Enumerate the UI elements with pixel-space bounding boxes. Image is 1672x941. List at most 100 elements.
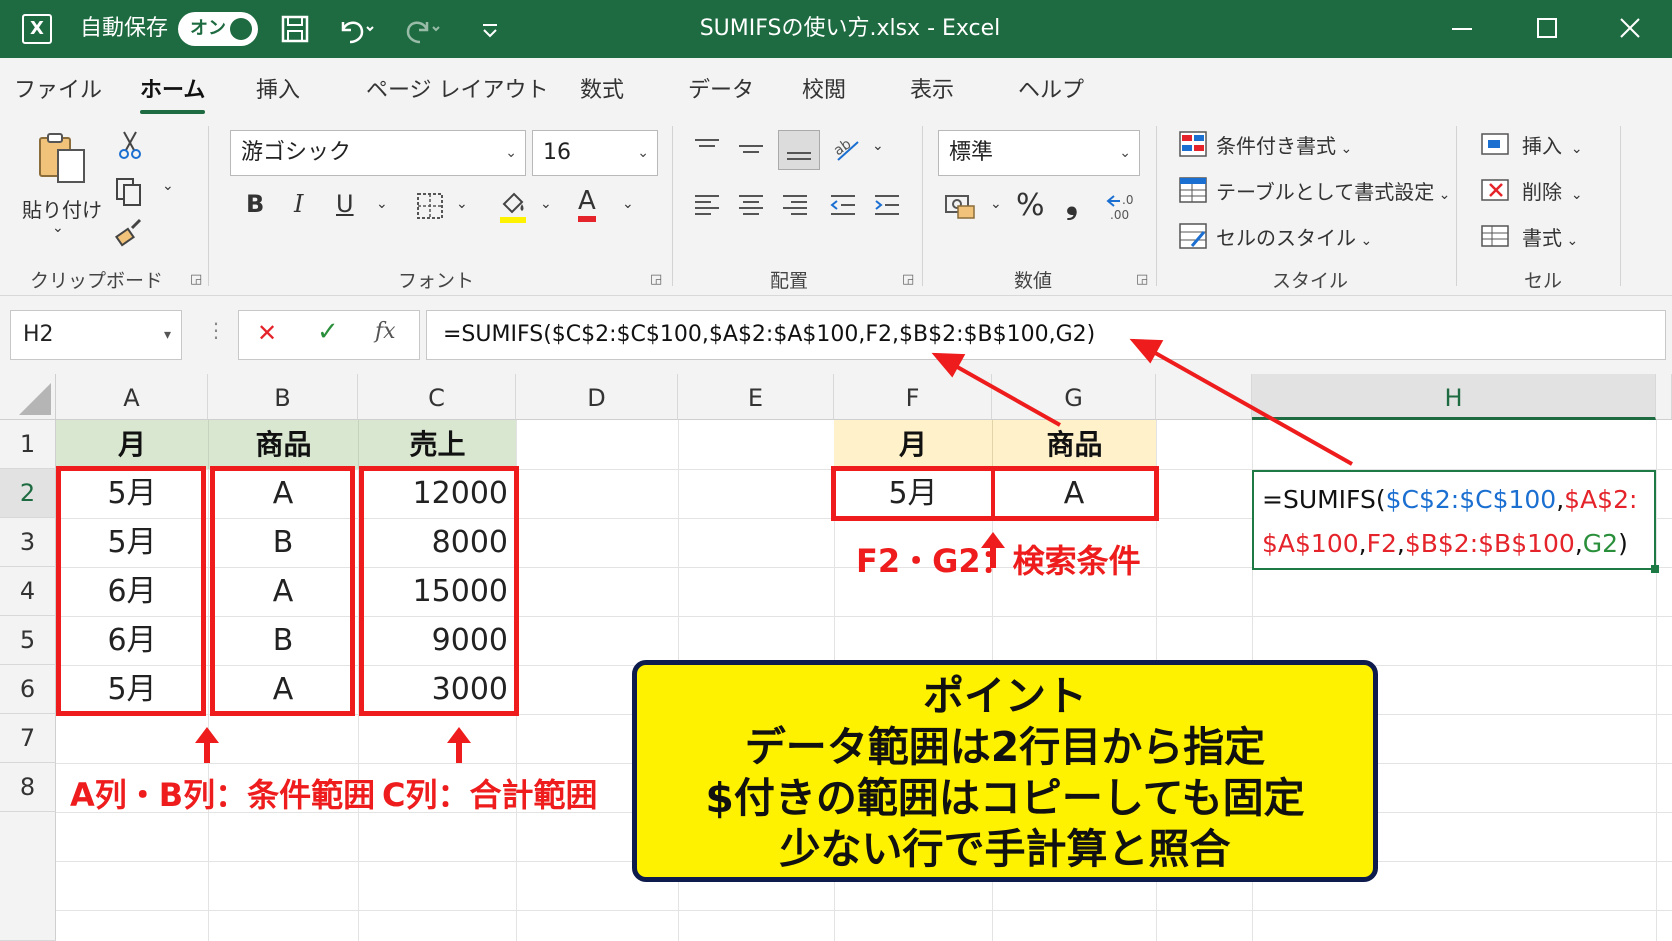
align-right-icon[interactable] bbox=[780, 192, 810, 224]
font-color-button[interactable]: A bbox=[578, 186, 596, 222]
format-cells-icon[interactable] bbox=[1480, 222, 1510, 254]
column-header-a[interactable]: A bbox=[56, 374, 208, 420]
insert-cells-icon[interactable] bbox=[1480, 130, 1510, 162]
tab-insert[interactable]: 挿入 bbox=[256, 72, 300, 104]
column-header-e[interactable]: E bbox=[678, 374, 834, 420]
undo-icon[interactable] bbox=[334, 10, 374, 48]
increase-decimal-icon[interactable]: .0.00 bbox=[1104, 190, 1138, 226]
column-header-next[interactable] bbox=[1656, 374, 1672, 420]
paste-icon[interactable] bbox=[34, 130, 90, 190]
tab-review[interactable]: 校閲 bbox=[802, 72, 846, 104]
cell-styles-button[interactable]: セルのスタイル ⌄ bbox=[1216, 222, 1372, 251]
align-bottom-icon[interactable] bbox=[778, 130, 820, 170]
underline-button[interactable]: U bbox=[336, 190, 354, 218]
orientation-dropdown-icon[interactable]: ⌄ bbox=[872, 138, 884, 154]
underline-dropdown-icon[interactable]: ⌄ bbox=[376, 196, 388, 212]
conditional-formatting-icon[interactable] bbox=[1178, 130, 1208, 162]
number-launcher-icon[interactable]: ◲ bbox=[1136, 272, 1148, 287]
italic-button[interactable]: I bbox=[294, 190, 303, 218]
column-header-d[interactable]: D bbox=[516, 374, 678, 420]
clipboard-launcher-icon[interactable]: ◲ bbox=[190, 272, 202, 287]
fill-color-icon[interactable] bbox=[498, 190, 528, 228]
point-callout: ポイント データ範囲は2行目から指定 $付きの範囲はコピーしても固定 少ない行で… bbox=[632, 660, 1378, 882]
fill-color-dropdown-icon[interactable]: ⌄ bbox=[540, 196, 552, 212]
cell-f1[interactable]: 月 bbox=[834, 420, 992, 469]
column-header-h[interactable]: H bbox=[1252, 374, 1656, 420]
cell-styles-icon[interactable] bbox=[1178, 222, 1208, 254]
percent-button[interactable]: % bbox=[1016, 188, 1045, 223]
format-painter-icon[interactable] bbox=[114, 218, 144, 252]
cell-g1[interactable]: 商品 bbox=[992, 420, 1156, 469]
borders-icon[interactable] bbox=[416, 192, 444, 224]
cell-c1[interactable]: 売上 bbox=[358, 420, 516, 469]
delete-cells-icon[interactable] bbox=[1480, 176, 1510, 208]
column-header-f[interactable]: F bbox=[834, 374, 992, 420]
formula-input[interactable]: =SUMIFS($C$2:$C$100,$A$2:$A$100,F2,$B$2:… bbox=[426, 310, 1666, 360]
format-as-table-button[interactable]: テーブルとして書式設定 ⌄ bbox=[1216, 176, 1450, 205]
row-header-8[interactable]: 8 bbox=[0, 763, 56, 812]
cell-b1[interactable]: 商品 bbox=[208, 420, 358, 469]
comma-button[interactable]: ❟ bbox=[1066, 186, 1078, 221]
borders-dropdown-icon[interactable]: ⌄ bbox=[456, 196, 468, 212]
column-header-b[interactable]: B bbox=[208, 374, 358, 420]
maximize-icon[interactable] bbox=[1535, 10, 1559, 48]
row-header-7[interactable]: 7 bbox=[0, 714, 56, 763]
accounting-format-icon[interactable] bbox=[944, 192, 976, 224]
align-top-icon[interactable] bbox=[692, 136, 722, 166]
align-left-icon[interactable] bbox=[692, 192, 722, 224]
decrease-indent-icon[interactable] bbox=[828, 192, 858, 224]
tab-help[interactable]: ヘルプ bbox=[1018, 72, 1084, 104]
cell-a1[interactable]: 月 bbox=[56, 420, 208, 469]
paste-label[interactable]: 貼り付け bbox=[22, 194, 102, 223]
customize-toolbar-icon[interactable] bbox=[480, 10, 500, 48]
save-icon[interactable] bbox=[280, 10, 310, 48]
cell-h2-selected[interactable]: =SUMIFS($C$2:$C$100,$A$2: $A$100,F2,$B$2… bbox=[1252, 470, 1659, 573]
select-all-button[interactable] bbox=[0, 374, 56, 420]
align-center-icon[interactable] bbox=[736, 192, 766, 224]
close-icon[interactable] bbox=[1618, 10, 1642, 48]
format-as-table-icon[interactable] bbox=[1178, 176, 1208, 208]
insert-cells-button[interactable]: 挿入 ⌄ bbox=[1522, 130, 1583, 159]
accounting-dropdown-icon[interactable]: ⌄ bbox=[990, 196, 1002, 212]
row-header-5[interactable]: 5 bbox=[0, 616, 56, 665]
row-header-4[interactable]: 4 bbox=[0, 567, 56, 616]
column-header-g[interactable]: G bbox=[992, 374, 1156, 420]
row-header-2[interactable]: 2 bbox=[0, 469, 56, 518]
copy-icon[interactable] bbox=[114, 176, 144, 210]
paste-dropdown-icon[interactable]: ⌄ bbox=[52, 220, 64, 236]
align-middle-icon[interactable] bbox=[736, 136, 766, 166]
name-box[interactable]: H2 ▾ bbox=[10, 310, 182, 360]
tab-formulas[interactable]: 数式 bbox=[580, 72, 624, 104]
font-color-dropdown-icon[interactable]: ⌄ bbox=[622, 196, 634, 212]
delete-cells-button[interactable]: 削除 ⌄ bbox=[1522, 176, 1583, 205]
row-header-1[interactable]: 1 bbox=[0, 420, 56, 469]
conditional-formatting-button[interactable]: 条件付き書式 ⌄ bbox=[1216, 130, 1352, 159]
cancel-entry-icon[interactable]: ✕ bbox=[257, 319, 277, 347]
autosave-toggle[interactable]: オン bbox=[178, 12, 258, 46]
format-cells-button[interactable]: 書式 ⌄ bbox=[1522, 222, 1578, 251]
row-header-3[interactable]: 3 bbox=[0, 518, 56, 567]
tab-data[interactable]: データ bbox=[688, 72, 754, 104]
insert-function-icon[interactable]: fx bbox=[375, 319, 396, 344]
font-name-select[interactable]: 游ゴシック ⌄ bbox=[230, 130, 526, 176]
increase-indent-icon[interactable] bbox=[872, 192, 902, 224]
confirm-entry-icon[interactable]: ✓ bbox=[317, 317, 339, 347]
minimize-icon[interactable] bbox=[1450, 10, 1474, 48]
bold-button[interactable]: B bbox=[246, 190, 264, 218]
tab-home[interactable]: ホーム bbox=[140, 72, 206, 114]
tab-page-layout[interactable]: ページ レイアウト bbox=[366, 72, 549, 104]
tab-view[interactable]: 表示 bbox=[910, 72, 954, 104]
number-format-select[interactable]: 標準 ⌄ bbox=[938, 130, 1140, 176]
column-header-blank[interactable] bbox=[1156, 374, 1252, 420]
font-size-select[interactable]: 16 ⌄ bbox=[532, 130, 658, 176]
row-header-6[interactable]: 6 bbox=[0, 665, 56, 714]
orientation-icon[interactable]: ab bbox=[831, 134, 866, 168]
font-launcher-icon[interactable]: ◲ bbox=[650, 272, 662, 287]
copy-dropdown-icon[interactable]: ⌄ bbox=[162, 178, 174, 194]
alignment-launcher-icon[interactable]: ◲ bbox=[902, 272, 914, 287]
tab-file[interactable]: ファイル bbox=[14, 72, 102, 104]
cut-icon[interactable] bbox=[116, 130, 144, 164]
redo-icon[interactable] bbox=[400, 10, 440, 48]
fill-handle[interactable] bbox=[1651, 565, 1659, 573]
column-header-c[interactable]: C bbox=[358, 374, 516, 420]
